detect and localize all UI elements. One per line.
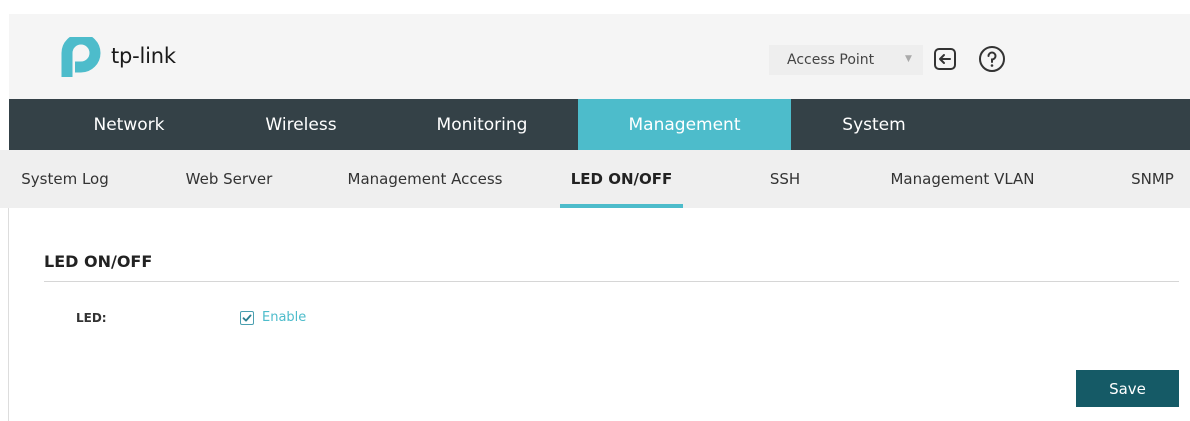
subtab-system-log[interactable]: System Log [10,150,120,208]
led-field-label: LED: [76,311,107,325]
subtab-snmp[interactable]: SNMP [1115,150,1190,208]
tab-wireless[interactable]: Wireless [221,99,381,150]
mode-select-value: Access Point [787,52,875,68]
section-title: LED ON/OFF [44,252,153,271]
subtab-web-server[interactable]: Web Server [169,150,289,208]
header: tp-link Access Point ▼ [9,14,1190,99]
subtab-management-access[interactable]: Management Access [335,150,515,208]
section-divider [44,281,1179,282]
subtab-ssh[interactable]: SSH [745,150,825,208]
logo-text: tp-link [111,44,176,68]
tab-network[interactable]: Network [49,99,209,150]
help-icon[interactable] [976,43,1008,75]
tp-link-logo-icon [61,37,101,77]
chevron-down-icon: ▼ [905,54,912,64]
tab-monitoring[interactable]: Monitoring [402,99,562,150]
page: tp-link Access Point ▼ Network Wireless … [0,0,1190,421]
tab-management[interactable]: Management [578,99,791,150]
main-nav: Network Wireless Monitoring Management S… [9,99,1190,150]
sub-nav: System Log Web Server Management Access … [0,150,1190,208]
led-enable-label[interactable]: Enable [262,310,306,325]
subtab-led-on-off[interactable]: LED ON/OFF [560,150,683,208]
save-button[interactable]: Save [1076,370,1179,407]
subtab-management-vlan[interactable]: Management VLAN [880,150,1045,208]
logout-icon[interactable] [929,43,961,75]
tp-link-logo[interactable]: tp-link [53,37,193,77]
content-left-border [8,208,9,421]
active-subtab-indicator [560,204,683,208]
mode-select[interactable]: Access Point ▼ [769,45,923,75]
tab-system[interactable]: System [794,99,954,150]
check-icon [242,314,252,322]
led-enable-checkbox[interactable] [240,311,254,325]
